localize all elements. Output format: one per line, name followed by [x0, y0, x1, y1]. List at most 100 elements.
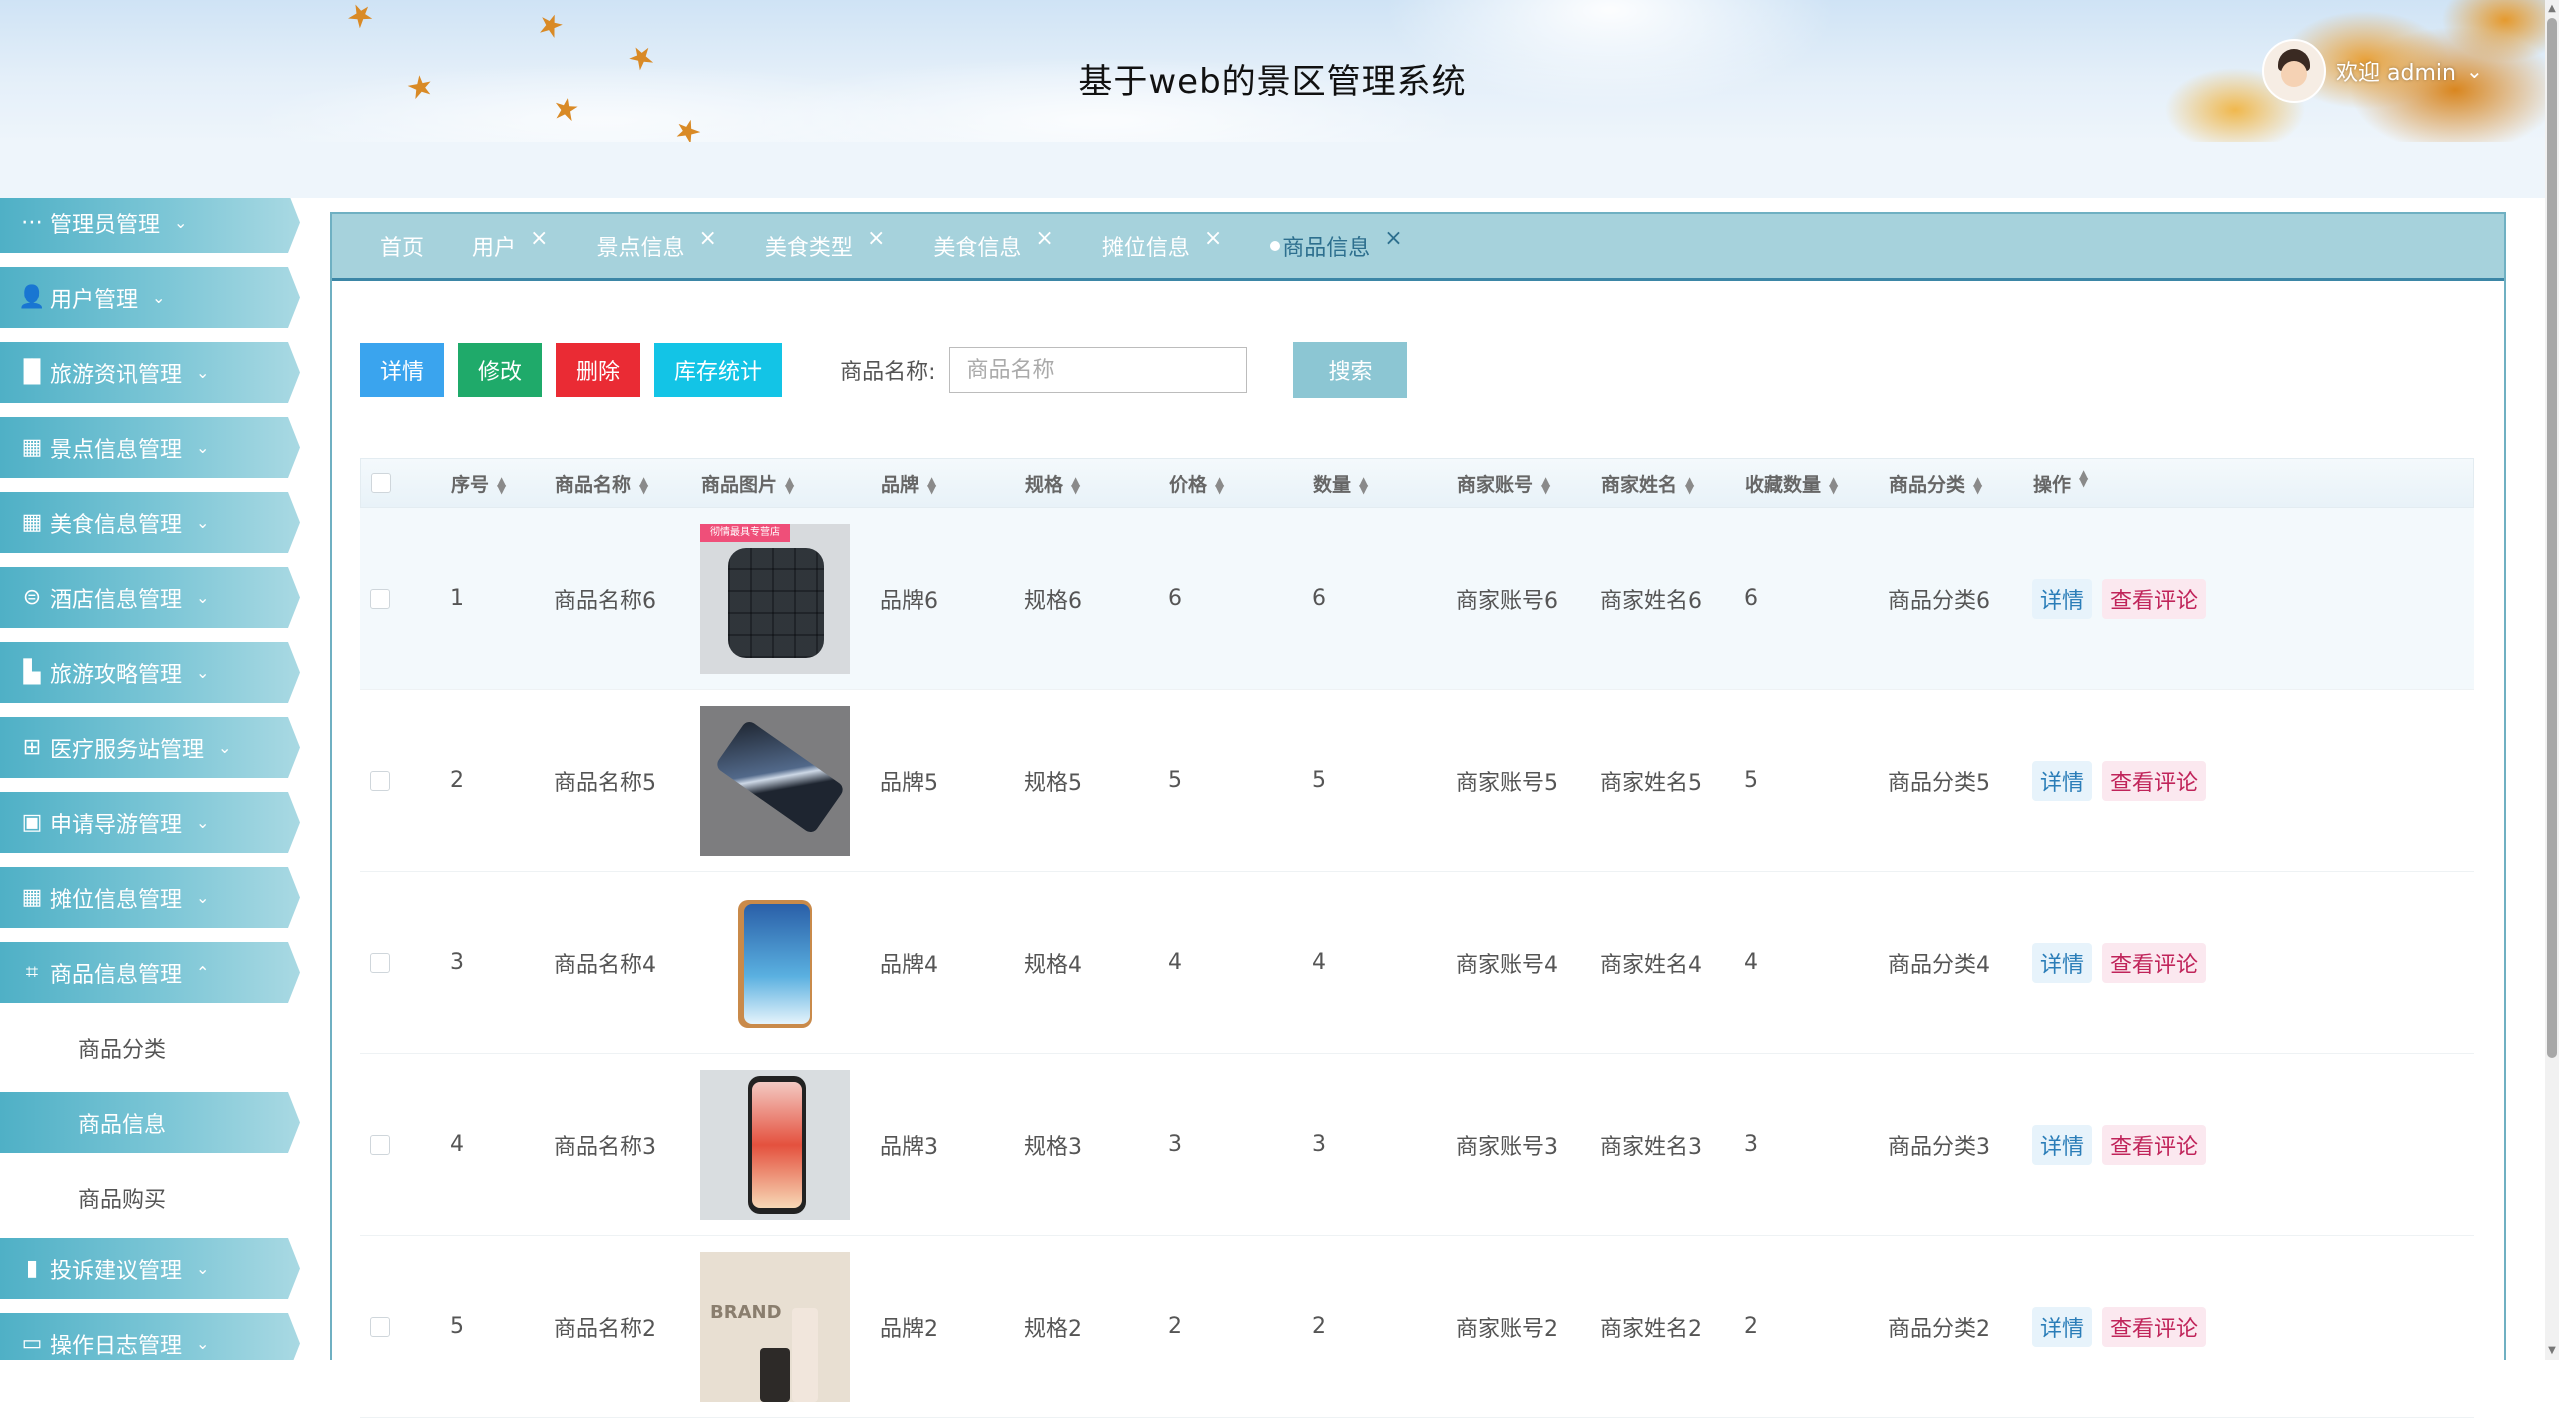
- product-image-phone[interactable]: [700, 705, 850, 856]
- table-row[interactable]: 4 商品名称3 品牌3 规格3 3 3 商家账号3 商家姓名3 3 商品分类3 …: [360, 1054, 2474, 1236]
- close-icon[interactable]: ×: [698, 226, 716, 251]
- sidebar-item-label: 用户管理: [50, 287, 139, 313]
- cell-favorites: 3: [1744, 1132, 1758, 1157]
- tab-goods-info[interactable]: 商品信息 ×: [1270, 226, 1403, 262]
- row-select-cell: [360, 1134, 450, 1155]
- scroll-down-icon[interactable]: ▼: [2545, 1344, 2559, 1358]
- page-scrollbar[interactable]: ▲ ▼: [2545, 0, 2559, 1360]
- column-header[interactable]: 序号 ▲ ▼: [451, 470, 555, 497]
- user-menu[interactable]: 欢迎 admin ⌄: [2262, 39, 2483, 103]
- product-image-cosmetics[interactable]: BRAND: [700, 1251, 850, 1402]
- sidebar-item-hotel[interactable]: ⊜ 酒店信息管理 ⌄: [0, 567, 300, 628]
- row-select-cell: [360, 588, 450, 609]
- row-checkbox[interactable]: [370, 952, 390, 973]
- sidebar-subitem-goods-purchase[interactable]: 商品购买: [0, 1167, 300, 1228]
- column-header[interactable]: 商家姓名 ▲ ▼: [1601, 470, 1745, 497]
- column-header[interactable]: 商品名称 ▲ ▼: [555, 470, 701, 497]
- column-header[interactable]: 规格 ▲ ▼: [1025, 470, 1169, 497]
- product-image-phone[interactable]: [700, 1069, 850, 1220]
- row-detail-button[interactable]: 详情: [2032, 1124, 2093, 1165]
- sidebar-item-users[interactable]: 👤 用户管理 ⌄: [0, 267, 300, 328]
- close-icon[interactable]: ×: [867, 226, 885, 251]
- close-icon[interactable]: ×: [1384, 226, 1402, 251]
- column-header[interactable]: 商品分类 ▲ ▼: [1889, 470, 2033, 497]
- cell-category: 商品分类6: [1888, 588, 1990, 614]
- sidebar-item-guide[interactable]: ▙ 旅游攻略管理 ⌄: [0, 642, 300, 703]
- scrollbar-thumb[interactable]: [2547, 18, 2557, 1058]
- tab-users[interactable]: 用户 ×: [472, 226, 548, 262]
- sidebar-item-scenic[interactable]: ▦ 景点信息管理 ⌄: [0, 417, 300, 478]
- row-review-button[interactable]: 查看评论: [2102, 578, 2207, 619]
- row-review-button[interactable]: 查看评论: [2102, 760, 2207, 801]
- product-image-pillow[interactable]: 彻情最具专营店: [700, 523, 850, 674]
- row-checkbox[interactable]: [370, 588, 390, 609]
- close-icon[interactable]: ×: [1204, 226, 1222, 251]
- cell-index: 1: [450, 586, 464, 611]
- cell-merchant-name: 商家姓名2: [1600, 1316, 1702, 1342]
- sidebar-item-goods[interactable]: ⌗ 商品信息管理 ⌃: [0, 942, 300, 1003]
- tab-stall-info[interactable]: 摊位信息 ×: [1102, 226, 1222, 262]
- row-detail-button[interactable]: 详情: [2032, 578, 2093, 619]
- column-header[interactable]: 商品图片 ▲ ▼: [701, 470, 881, 497]
- chevron-down-icon: ⌄: [2465, 59, 2483, 83]
- delete-button[interactable]: 删除: [556, 343, 641, 397]
- row-detail-button[interactable]: 详情: [2032, 942, 2093, 983]
- cell-ops: 详情 查看评论: [2032, 1306, 2312, 1347]
- tab-bar: 首页 用户 × 景点信息 × 美食类型 × 美食信息 × 摊位信息 × 商品信息…: [332, 214, 2504, 281]
- tab-scenic-info[interactable]: 景点信息 ×: [596, 226, 716, 262]
- sidebar-item-news[interactable]: ▐▌ 旅游资讯管理 ⌄: [0, 342, 300, 403]
- column-header[interactable]: 商家账号 ▲ ▼: [1457, 470, 1601, 497]
- sidebar-item-food[interactable]: ▦ 美食信息管理 ⌄: [0, 492, 300, 553]
- chevron-down-icon: ⌄: [196, 513, 210, 532]
- close-icon[interactable]: ×: [1035, 226, 1053, 251]
- sidebar-item-admin[interactable]: ⋯ 管理员管理 ⌄: [0, 198, 300, 253]
- column-header[interactable]: 数量 ▲ ▼: [1313, 470, 1457, 497]
- row-checkbox[interactable]: [370, 1134, 390, 1155]
- edit-button[interactable]: 修改: [458, 343, 543, 397]
- row-review-button[interactable]: 查看评论: [2102, 942, 2207, 983]
- row-detail-button[interactable]: 详情: [2032, 1306, 2093, 1347]
- close-icon[interactable]: ×: [530, 226, 548, 251]
- sidebar-item-label: 医疗服务站管理: [50, 737, 205, 763]
- scroll-up-icon[interactable]: ▲: [2545, 2, 2559, 16]
- table-row[interactable]: 1 商品名称6 彻情最具专营店 品牌6 规格6 6 6 商家账号6 商家姓名6 …: [360, 508, 2474, 690]
- product-image-phone[interactable]: [700, 887, 850, 1038]
- search-input[interactable]: [949, 347, 1248, 393]
- search-button[interactable]: 搜索: [1293, 342, 1408, 398]
- tab-food-type[interactable]: 美食类型 ×: [765, 226, 885, 262]
- sidebar-item-stall[interactable]: ▦ 摊位信息管理 ⌄: [0, 867, 300, 928]
- column-label: 品牌: [881, 473, 920, 496]
- sidebar-item-medical[interactable]: ⊞ 医疗服务站管理 ⌄: [0, 717, 300, 778]
- row-select-cell: [360, 770, 450, 791]
- select-all-checkbox[interactable]: [371, 473, 391, 493]
- image-icon: ▭: [21, 1331, 43, 1356]
- table-row[interactable]: 2 商品名称5 品牌5 规格5 5 5 商家账号5 商家姓名5 5 商品分类5 …: [360, 690, 2474, 872]
- sidebar-item-complaints[interactable]: ▮ 投诉建议管理 ⌄: [0, 1238, 300, 1299]
- column-header[interactable]: 价格 ▲ ▼: [1169, 470, 1313, 497]
- sort-icon: ▲ ▼: [1359, 474, 1369, 496]
- row-detail-button[interactable]: 详情: [2032, 760, 2093, 801]
- cell-brand: 品牌6: [880, 588, 938, 614]
- cell-brand: 品牌3: [880, 1134, 938, 1160]
- sidebar-item-logs[interactable]: ▭ 操作日志管理 ⌄: [0, 1313, 300, 1360]
- sidebar-subitem-goods-category[interactable]: 商品分类: [0, 1017, 300, 1078]
- row-checkbox[interactable]: [370, 1316, 390, 1337]
- column-header[interactable]: 品牌 ▲ ▼: [881, 470, 1025, 497]
- cell-spec: 规格3: [1024, 1134, 1082, 1160]
- row-review-button[interactable]: 查看评论: [2102, 1124, 2207, 1165]
- row-review-button[interactable]: 查看评论: [2102, 1306, 2207, 1347]
- column-label: 商家姓名: [1601, 473, 1678, 496]
- tab-home[interactable]: 首页: [380, 230, 424, 262]
- tab-food-info[interactable]: 美食信息 ×: [933, 226, 1053, 262]
- column-header[interactable]: 收藏数量 ▲ ▼: [1745, 470, 1889, 497]
- column-header[interactable]: 操作 ▲ ▼: [2033, 468, 2313, 497]
- sidebar-item-tour-guide[interactable]: ▣ 申请导游管理 ⌄: [0, 792, 300, 853]
- sidebar-subitem-goods-info[interactable]: 商品信息: [0, 1092, 300, 1153]
- detail-button[interactable]: 详情: [360, 343, 445, 397]
- table-row[interactable]: 3 商品名称4 品牌4 规格4 4 4 商家账号4 商家姓名4 4 商品分类4 …: [360, 872, 2474, 1054]
- cell-merchant-account: 商家账号4: [1456, 952, 1558, 978]
- table-row[interactable]: 5 商品名称2 BRAND 品牌2 规格2 2 2 商家账号2 商家姓名2 2 …: [360, 1236, 2474, 1418]
- stock-stats-button[interactable]: 库存统计: [654, 343, 783, 397]
- row-checkbox[interactable]: [370, 770, 390, 791]
- tab-label: 首页: [380, 236, 425, 261]
